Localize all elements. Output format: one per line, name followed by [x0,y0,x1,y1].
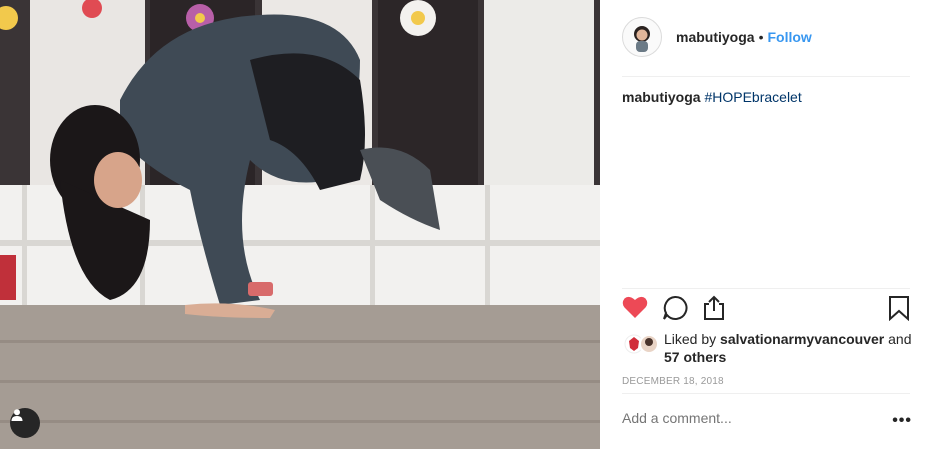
likes-count[interactable]: 57 others [664,349,726,365]
header-divider [622,76,910,77]
post-header: mabutiyoga • Follow [622,17,910,57]
share-button[interactable] [702,295,726,326]
avatar[interactable] [622,17,662,57]
post-sidebar: mabutiyoga • Follow mabutiyoga #HOPEbrac… [600,0,932,449]
liked-by-user[interactable]: salvationarmyvancouver [720,331,884,347]
follow-button[interactable]: Follow [767,29,811,45]
caption-username[interactable]: mabutiyoga [622,89,701,105]
comment-icon [663,295,688,320]
save-button[interactable] [888,295,910,326]
post-photo[interactable] [0,0,600,449]
instagram-post: mabutiyoga • Follow mabutiyoga #HOPEbrac… [0,0,932,449]
like-button[interactable] [622,295,648,324]
comment-button[interactable] [662,295,688,326]
share-icon [704,295,724,320]
likes-text: Liked by salvationarmyvancouver and 57 o… [664,330,914,366]
yoga-pose-photo [0,0,600,449]
liked-prefix: Liked by [664,331,717,347]
comment-box: ••• [622,410,912,434]
post-caption: mabutiyoga #HOPEbracelet [622,89,802,105]
actions-divider [622,288,910,289]
header-separator: • [758,29,764,45]
avatar-illustration [634,26,650,52]
action-bar [622,295,912,325]
post-date[interactable]: DECEMBER 18, 2018 [622,376,724,387]
user-tag-button[interactable] [10,408,40,438]
comment-divider [622,393,910,394]
heart-icon [622,296,648,318]
user-tag-icon [11,409,23,421]
caption-hashtag[interactable]: #HOPEbracelet [704,89,801,105]
header-username[interactable]: mabutiyoga [676,29,755,45]
liker-avatars [624,334,659,354]
comment-input[interactable] [622,410,862,426]
liked-and: and [888,331,912,347]
bookmark-icon [889,296,909,322]
more-icon[interactable]: ••• [892,412,912,430]
